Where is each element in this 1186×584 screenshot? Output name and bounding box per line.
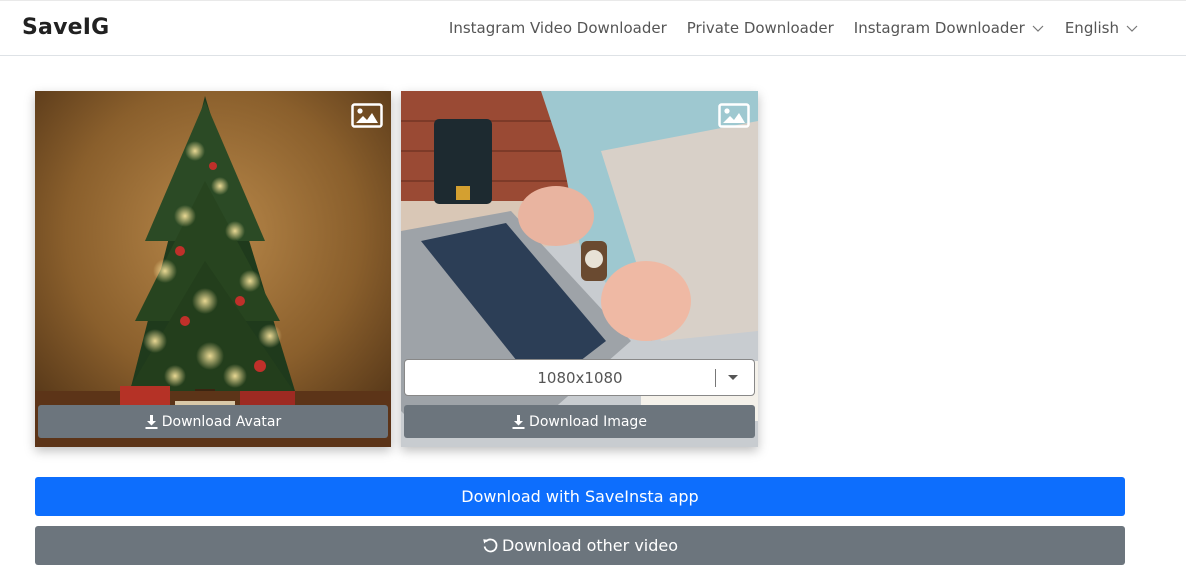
media-card-avatar: Download Avatar	[35, 91, 391, 447]
image-icon	[718, 103, 750, 128]
download-avatar-button[interactable]: Download Avatar	[38, 405, 388, 438]
caret-down-icon	[728, 375, 738, 380]
nav-menu: Instagram Video Downloader Private Downl…	[449, 19, 1139, 37]
nav-instagram-downloader-dropdown[interactable]: Instagram Downloader	[854, 19, 1045, 37]
chevron-down-icon	[1032, 25, 1044, 32]
christmas-tree-photo	[35, 91, 391, 447]
select-divider	[715, 368, 716, 387]
refresh-icon	[483, 538, 498, 553]
nav-label: Instagram Video Downloader	[448, 19, 667, 37]
download-with-app-button[interactable]: Download with SaveInsta app	[35, 477, 1125, 516]
nav-label: Instagram Downloader	[853, 19, 1025, 37]
download-avatar-label: Download Avatar	[161, 413, 282, 430]
top-navbar: SaveIG Instagram Video Downloader Privat…	[0, 0, 1186, 56]
resolution-value: 1080x1080	[537, 368, 623, 387]
media-card-image: 1080x1080 Download Image	[401, 91, 758, 447]
nav-instagram-video-downloader[interactable]: Instagram Video Downloader	[449, 19, 667, 37]
nav-label: English	[1064, 19, 1119, 37]
language-dropdown[interactable]: English	[1065, 19, 1139, 37]
download-icon	[512, 414, 525, 429]
brand-logo[interactable]: SaveIG	[22, 15, 109, 40]
nav-label: Private Downloader	[686, 19, 834, 37]
download-image-label: Download Image	[529, 413, 647, 430]
download-image-button[interactable]: Download Image	[404, 405, 755, 438]
image-icon	[351, 103, 383, 128]
download-other-video-button[interactable]: Download other video	[35, 526, 1125, 565]
nav-private-downloader[interactable]: Private Downloader	[687, 19, 834, 37]
download-icon	[145, 414, 158, 429]
chevron-down-icon	[1126, 25, 1138, 32]
download-other-video-label: Download other video	[501, 536, 679, 555]
download-with-app-label: Download with SaveInsta app	[461, 487, 699, 506]
resolution-select[interactable]: 1080x1080	[404, 359, 755, 396]
